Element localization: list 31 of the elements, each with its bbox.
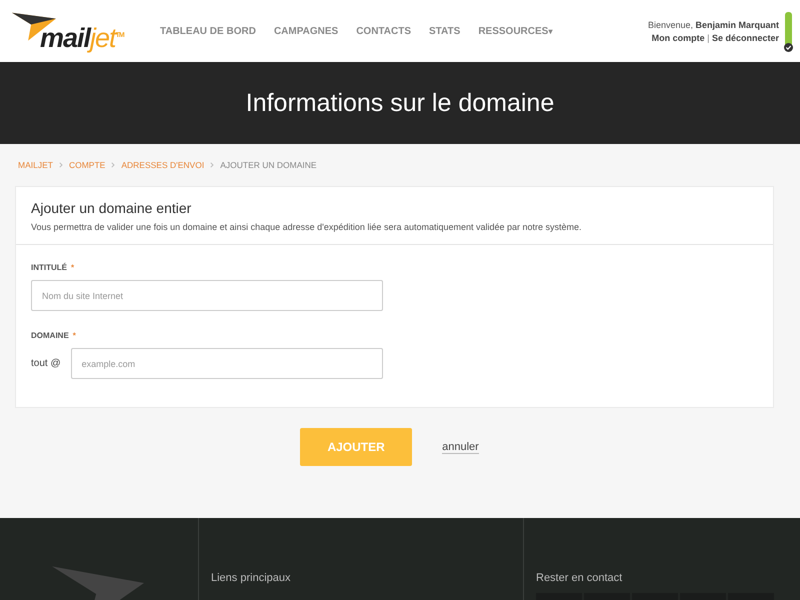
nav-link[interactable]: RESSOURCES▾ (478, 26, 552, 36)
field-label: INTITULÉ (31, 263, 67, 272)
nav-link[interactable]: CONTACTS (356, 26, 412, 36)
footer-heading: Rester en contact (536, 572, 624, 584)
input-field[interactable]: example.com (70, 348, 383, 379)
chevron-icon (111, 162, 116, 168)
account-link[interactable]: Mon compte (652, 32, 705, 42)
nav-link[interactable]: STATS (429, 26, 460, 36)
nav-link[interactable]: CAMPAGNES (274, 26, 338, 36)
required-mark: * (71, 263, 74, 272)
card-description: Vous permettra de valider une fois un domaine et ainsi chaque adresse d'expédition liée sera automatiquement validée par notre système. (31, 222, 583, 232)
logout-link[interactable]: Se déconnecter (712, 32, 779, 42)
breadcrumb-link[interactable]: ADRESSES D'ENVOI (121, 160, 204, 170)
required-mark: * (72, 331, 76, 340)
breadcrumb-link[interactable]: MAILJET (18, 160, 53, 170)
breadcrumb-link[interactable]: AJOUTER UN DOMAINE (220, 160, 317, 170)
card-title: Ajouter un domaine entier (31, 200, 192, 216)
nav-link[interactable]: TABLEAU DE BORD (160, 26, 256, 36)
field-prefix: tout @ (31, 358, 61, 369)
welcome-text: Bienvenue, Benjamin Marquant (648, 20, 779, 30)
breadcrumb-link[interactable]: COMPTE (68, 160, 106, 170)
check-icon (784, 43, 793, 52)
field-label: DOMAINE (31, 331, 69, 340)
mailjet-logo[interactable]: mailjet$^{TM}$ (12, 7, 142, 55)
cancel-link[interactable]: annuler (442, 440, 479, 454)
footer-heading: Liens principaux (211, 572, 292, 584)
separator-text: | (707, 32, 710, 42)
chevron-icon (58, 162, 63, 168)
input-field[interactable]: Nom du site Internet (31, 280, 383, 311)
chevron-icon (210, 162, 214, 168)
page-title: Informations sur le domaine (246, 88, 554, 118)
